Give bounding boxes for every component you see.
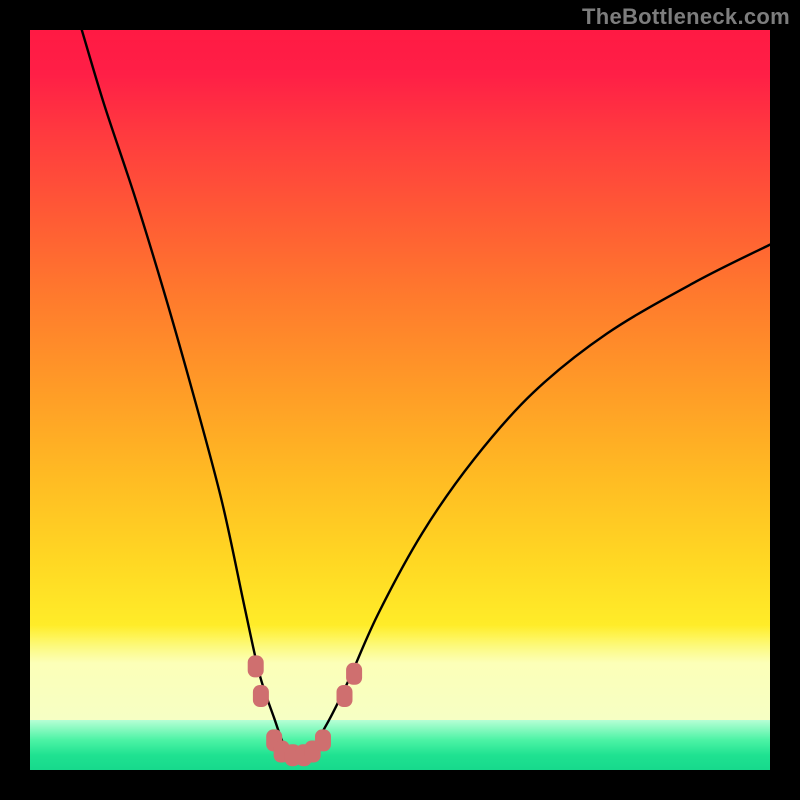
trough-markers (248, 655, 362, 766)
trough-marker (253, 685, 269, 707)
trough-marker (248, 655, 264, 677)
plot-area (30, 30, 770, 770)
bottleneck-curve (82, 30, 770, 755)
watermark-text: TheBottleneck.com (582, 4, 790, 30)
curve-layer (30, 30, 770, 770)
chart-frame: TheBottleneck.com (0, 0, 800, 800)
trough-marker (346, 663, 362, 685)
trough-marker (315, 729, 331, 751)
trough-marker (337, 685, 353, 707)
